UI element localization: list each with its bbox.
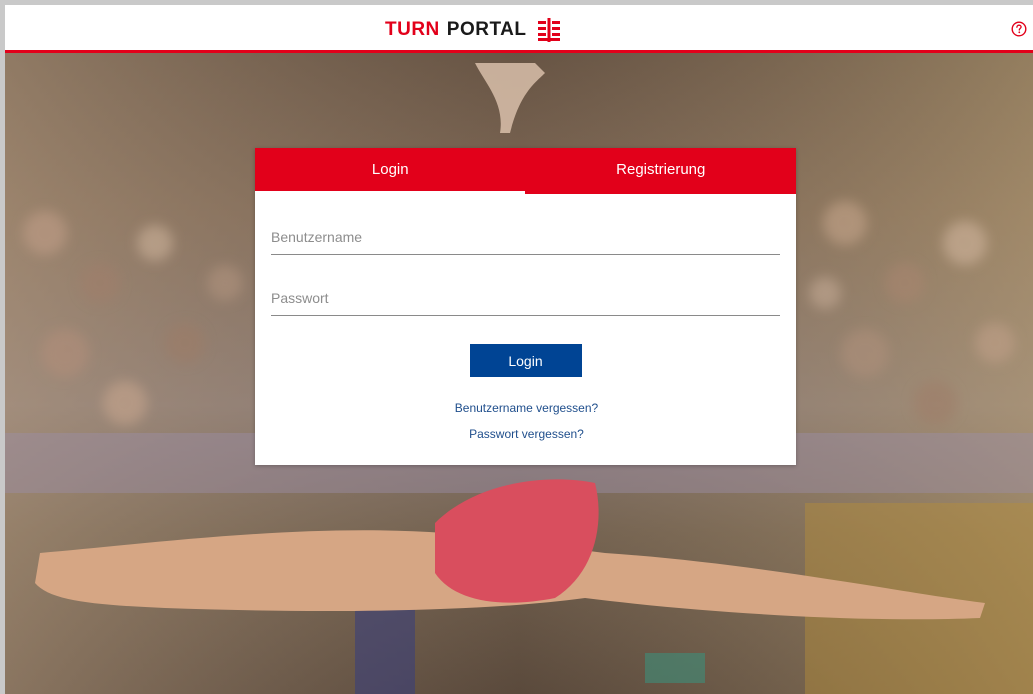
- submit-row: Login: [271, 344, 780, 377]
- tab-registrierung[interactable]: Registrierung: [526, 148, 797, 194]
- brand-word-portal: PORTAL: [446, 19, 527, 40]
- help-circle-icon[interactable]: [1011, 21, 1027, 37]
- active-tab-indicator: [255, 191, 525, 194]
- login-card: Login Registrierung Login Benutzername v…: [255, 148, 796, 465]
- username-field-wrapper: [271, 218, 780, 255]
- login-button[interactable]: Login: [469, 344, 582, 377]
- top-header: TURN PORTAL: [5, 5, 1033, 53]
- password-field-wrapper: [271, 279, 780, 316]
- app-frame: TURN PORTAL Login Registrierung Benutzer…: [5, 5, 1033, 694]
- forgot-password-link[interactable]: Passwort vergessen?: [273, 421, 780, 447]
- dtb-logo-icon: [538, 18, 561, 42]
- brand-word-turn: TURN: [385, 19, 440, 40]
- tab-login[interactable]: Login: [255, 148, 526, 194]
- auth-tabs: Login Registrierung: [255, 148, 796, 194]
- forgot-username-link[interactable]: Benutzername vergessen?: [273, 395, 780, 421]
- recovery-links: Benutzername vergessen? Passwort vergess…: [271, 395, 780, 447]
- brand-logo[interactable]: TURN PORTAL: [385, 18, 561, 42]
- password-input[interactable]: [271, 283, 780, 313]
- username-input[interactable]: [271, 222, 780, 252]
- login-form: Login Benutzername vergessen? Passwort v…: [255, 218, 796, 447]
